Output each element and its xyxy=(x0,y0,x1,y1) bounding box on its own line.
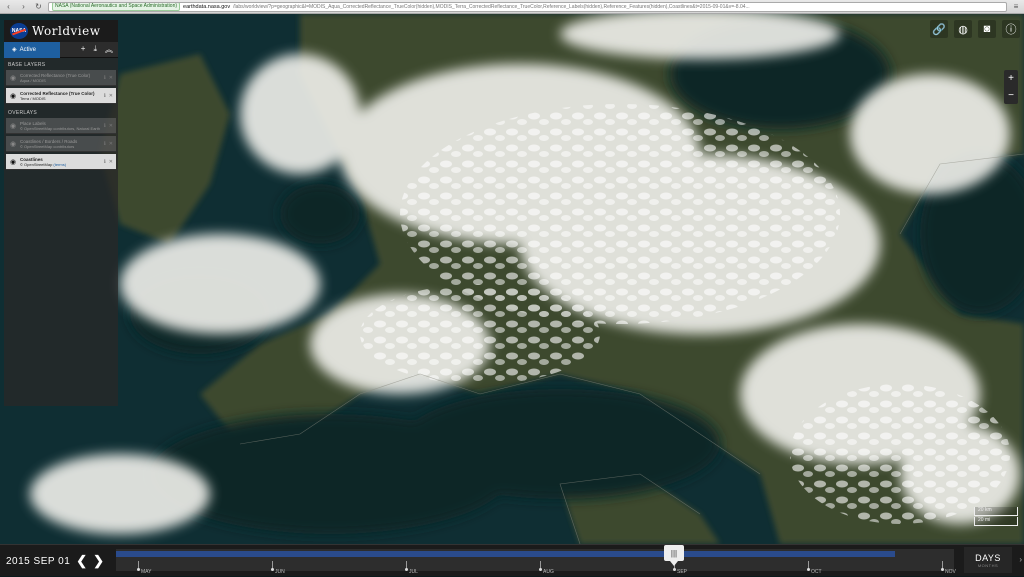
layer-row[interactable]: ◉ Coastlines © OpenStreetMap (terms) ℹ ✕ xyxy=(6,154,116,170)
forward-icon[interactable]: › xyxy=(18,2,29,12)
tab-active-label: Active xyxy=(19,46,36,53)
timeline-tick-dot xyxy=(807,568,810,571)
timeline-knob[interactable]: ||| xyxy=(664,545,684,566)
timeline-tick-dot xyxy=(137,568,140,571)
map-tools: 🔗 ◍ ◙ ⓘ xyxy=(930,20,1020,38)
timeline-zoom-level: DAYS xyxy=(975,552,1001,563)
layer-source: © OpenStreetMap (terms) xyxy=(20,161,67,167)
globe-icon[interactable]: ◍ xyxy=(954,20,972,38)
layer-row[interactable]: ◉ Corrected Reflectance (True Color) Ter… xyxy=(6,88,116,104)
timeline-month-label[interactable]: JUN xyxy=(275,569,285,575)
address-bar[interactable]: NASA (National Aeronautics and Space Adm… xyxy=(48,1,1007,12)
browser-toolbar: ‹ › ↻ NASA (National Aeronautics and Spa… xyxy=(0,0,1024,14)
sidebar-tabs: ◈ Active + ⤓ ︽ xyxy=(4,41,118,58)
remove-icon[interactable]: ✕ xyxy=(109,75,113,81)
timeline-month-label[interactable]: NOV xyxy=(945,569,956,575)
url-path: /labs/worldview/?p=geographic&l=MODIS_Aq… xyxy=(233,3,750,10)
remove-icon[interactable]: ✕ xyxy=(109,141,113,147)
current-date[interactable]: 2015 SEP 01 xyxy=(6,556,70,567)
eye-icon[interactable]: ◉ xyxy=(9,158,17,166)
info-icon[interactable]: ℹ xyxy=(104,75,106,81)
layers-icon: ◈ xyxy=(12,47,17,53)
app-title: Worldview xyxy=(32,24,101,38)
timeline-track[interactable]: MAY JUN JUL AUG SEP OCT NOV ||| xyxy=(116,545,956,575)
overlays-title: OVERLAYS xyxy=(8,110,37,116)
timeline: 2015 SEP 01 ❮ ❯ MAY JUN JUL AUG SEP OCT NOV |||… xyxy=(0,544,1024,576)
timeline-tick-dot xyxy=(539,568,542,571)
timeline-zoom[interactable]: DAYS MONTHS xyxy=(964,547,1012,573)
previous-day-arrow-icon[interactable]: ❮ xyxy=(76,553,87,569)
back-icon[interactable]: ‹ xyxy=(3,2,14,12)
zoom-out-button[interactable]: − xyxy=(1004,87,1018,104)
add-layers-icon[interactable]: + xyxy=(81,44,86,55)
timeline-data-range xyxy=(116,551,895,557)
timeline-month-label[interactable]: JUL xyxy=(409,569,418,575)
eye-icon[interactable]: ◉ xyxy=(9,122,17,130)
timeline-tick-dot xyxy=(271,568,274,571)
info-icon[interactable]: ℹ xyxy=(104,141,106,147)
layer-name: Corrected Reflectance (True Color) xyxy=(20,90,95,96)
timeline-month-label[interactable]: OCT xyxy=(811,569,822,575)
collapse-icon[interactable]: ︽ xyxy=(105,44,113,55)
browser-menu-icon[interactable]: ≡ xyxy=(1011,2,1021,12)
layer-row[interactable]: ◉ Place Labels © OpenStreetMap contribut… xyxy=(6,118,116,134)
site-identity-badge[interactable]: NASA (National Aeronautics and Space Adm… xyxy=(52,2,181,11)
next-day-arrow-icon[interactable]: ❯ xyxy=(93,553,104,569)
eye-icon[interactable]: ◉ xyxy=(9,74,17,82)
remove-icon[interactable]: ✕ xyxy=(109,93,113,99)
timeline-zoom-sub: MONTHS xyxy=(977,562,999,568)
download-icon[interactable]: ⤓ xyxy=(93,44,97,55)
eye-icon[interactable]: ◉ xyxy=(9,140,17,148)
layer-name: Corrected Reflectance (True Color) xyxy=(20,72,91,78)
nasa-logo: NASA xyxy=(10,23,28,39)
link-icon[interactable]: 🔗 xyxy=(930,20,948,38)
zoom-control: + − xyxy=(1004,70,1018,104)
layer-source: © OpenStreetMap contributors xyxy=(20,143,75,149)
app-header: NASA Worldview xyxy=(4,20,118,42)
layer-source: © OpenStreetMap contributors, Natural Ea… xyxy=(20,125,101,131)
info-icon[interactable]: ℹ xyxy=(104,123,106,129)
timeline-month-label[interactable]: AUG xyxy=(543,569,554,575)
timeline-tick-dot xyxy=(673,568,676,571)
eye-icon[interactable]: ◉ xyxy=(9,92,17,100)
tab-active[interactable]: ◈ Active xyxy=(4,41,60,58)
zoom-in-button[interactable]: + xyxy=(1004,70,1018,87)
layer-row[interactable]: ◉ Corrected Reflectance (True Color) Aqu… xyxy=(6,70,116,86)
timeline-tick-dot xyxy=(941,568,944,571)
scale-mi: 20 mi xyxy=(974,517,1018,526)
info-icon[interactable]: ⓘ xyxy=(1002,20,1020,38)
timeline-month-label[interactable]: MAY xyxy=(141,569,151,575)
terms-link[interactable]: (terms) xyxy=(53,162,66,167)
date-selector: 2015 SEP 01 ❮ ❯ xyxy=(0,545,112,577)
satellite-map[interactable] xyxy=(0,14,1024,544)
url-host: earthdata.nasa.gov xyxy=(183,3,231,10)
base-layers-title: BASE LAYERS xyxy=(8,62,46,68)
timeline-month-label[interactable]: SEP xyxy=(677,569,687,575)
hide-timeline-icon[interactable]: › xyxy=(1019,555,1022,564)
remove-icon[interactable]: ✕ xyxy=(109,123,113,129)
satellite-imagery xyxy=(0,14,1024,544)
info-icon[interactable]: ℹ xyxy=(104,93,106,99)
layers-sidebar: NASA Worldview ◈ Active + ⤓ ︽ BASE LAYER… xyxy=(4,20,118,406)
remove-icon[interactable]: ✕ xyxy=(109,159,113,165)
scale-bar: 20 km 20 mi xyxy=(974,507,1018,527)
layer-source: Terra / MODIS xyxy=(20,95,46,101)
info-icon[interactable]: ℹ xyxy=(104,159,106,165)
reload-icon[interactable]: ↻ xyxy=(33,2,44,12)
timeline-tick-dot xyxy=(405,568,408,571)
camera-icon[interactable]: ◙ xyxy=(978,20,996,38)
scale-km: 20 km xyxy=(974,507,1018,516)
layer-source: Aqua / MODIS xyxy=(20,77,46,83)
layer-row[interactable]: ◉ Coastlines / Borders / Roads © OpenStr… xyxy=(6,136,116,152)
